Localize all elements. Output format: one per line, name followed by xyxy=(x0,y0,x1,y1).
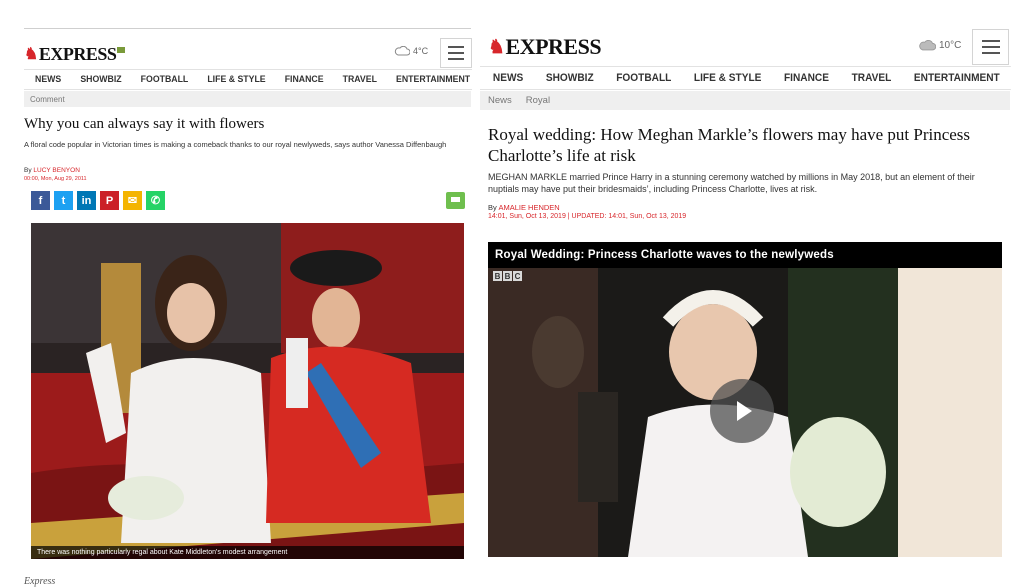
nav-item-football[interactable]: FOOTBALL xyxy=(616,72,671,84)
breadcrumb-item-news[interactable]: News xyxy=(488,95,512,106)
breadcrumb-item-royal[interactable]: Royal xyxy=(526,95,550,106)
express-logo[interactable]: ♞ EXPRESS xyxy=(24,43,126,65)
nav-item-entertainment[interactable]: ENTERTAINMENT xyxy=(396,74,470,85)
publish-date: 14:01, Sun, Oct 13, 2019 | UPDATED: 14:0… xyxy=(488,213,687,220)
pinterest-icon[interactable]: P xyxy=(100,191,119,210)
email-icon[interactable]: ✉ xyxy=(123,191,142,210)
author-link[interactable]: AMALIE HENDEN xyxy=(498,203,559,212)
byline: By LUCY BENYON xyxy=(24,167,80,174)
nav-item-football[interactable]: FOOTBALL xyxy=(141,74,189,85)
menu-button[interactable] xyxy=(972,29,1009,65)
article-headline: Why you can always say it with flowers xyxy=(24,116,265,132)
masthead: ♞ EXPRESS 4°C xyxy=(24,38,472,68)
wedding-carriage-photo xyxy=(31,223,464,559)
breadcrumb: News Royal xyxy=(480,91,1010,110)
main-nav: NEWS SHOWBIZ FOOTBALL LIFE & STYLE FINANCE TR… xyxy=(24,69,473,90)
cloud-icon xyxy=(919,40,936,51)
nav-item-news[interactable]: NEWS xyxy=(493,72,523,84)
bbc-letter: B xyxy=(503,271,512,281)
play-icon[interactable] xyxy=(710,379,774,443)
flag-icon xyxy=(117,47,126,53)
temperature: 10°C xyxy=(939,40,962,51)
bbc-letter: C xyxy=(513,271,522,281)
image-source: Express xyxy=(24,576,56,587)
linkedin-icon[interactable]: in xyxy=(77,191,96,210)
menu-button[interactable] xyxy=(440,38,472,68)
nav-item-finance[interactable]: FINANCE xyxy=(285,74,324,85)
nav-item-news[interactable]: NEWS xyxy=(35,74,61,85)
video-title: Royal Wedding: Princess Charlotte waves … xyxy=(488,242,1002,268)
weather-widget[interactable]: 4°C xyxy=(394,46,428,56)
nav-item-life-style[interactable]: LIFE & STYLE xyxy=(694,72,761,84)
hamburger-line xyxy=(981,46,1000,48)
photo-caption: There was nothing particularly regal abo… xyxy=(31,546,464,559)
byline-prefix: By xyxy=(488,203,497,212)
article-headline: Royal wedding: How Meghan Markle’s flowe… xyxy=(488,125,971,165)
whatsapp-icon[interactable]: ✆ xyxy=(146,191,165,210)
weather-widget[interactable]: 10°C xyxy=(918,40,961,51)
nav-item-entertainment[interactable]: ENTERTAINMENT xyxy=(914,72,1000,84)
nav-item-travel[interactable]: TRAVEL xyxy=(852,72,892,84)
nav-item-travel[interactable]: TRAVEL xyxy=(343,74,377,85)
byline-prefix: By xyxy=(24,167,32,174)
breadcrumb: Comment xyxy=(24,91,471,107)
main-nav: NEWS SHOWBIZ FOOTBALL LIFE & STYLE FINANCE TR… xyxy=(480,66,1011,90)
author-link[interactable]: LUCY BENYON xyxy=(33,167,79,174)
byline: By AMALIE HENDEN xyxy=(488,203,560,212)
top-divider xyxy=(24,28,471,29)
nav-item-finance[interactable]: FINANCE xyxy=(784,72,829,84)
article-photo: There was nothing particularly regal abo… xyxy=(31,223,464,559)
facebook-icon[interactable]: f xyxy=(31,191,50,210)
bbc-letter: B xyxy=(493,271,502,281)
logo-text: EXPRESS xyxy=(505,34,602,59)
temperature: 4°C xyxy=(413,46,429,56)
publish-date: 00:00, Mon, Aug 29, 2011 xyxy=(24,176,87,182)
logo-text: EXPRESS xyxy=(38,43,117,64)
hamburger-line xyxy=(448,46,464,48)
cloud-icon xyxy=(394,46,410,56)
article-standfirst: A floral code popular in Victorian times… xyxy=(24,140,447,149)
nav-item-life-style[interactable]: LIFE & STYLE xyxy=(207,74,265,85)
express-logo[interactable]: ♞ EXPRESS xyxy=(488,34,602,60)
crusader-icon: ♞ xyxy=(24,46,38,63)
crusader-icon: ♞ xyxy=(488,36,505,58)
twitter-icon[interactable]: t xyxy=(54,191,73,210)
hamburger-line xyxy=(981,40,1000,42)
bbc-watermark: BBC xyxy=(493,271,522,281)
share-bar: f t in P ✉ ✆ xyxy=(31,191,165,210)
article-standfirst: MEGHAN MARKLE married Prince Harry in a … xyxy=(488,172,975,194)
hamburger-line xyxy=(981,52,1000,54)
breadcrumb-item[interactable]: Comment xyxy=(30,95,65,104)
video-player[interactable]: Royal Wedding: Princess Charlotte waves … xyxy=(488,242,1002,557)
masthead: ♞ EXPRESS 10°C xyxy=(480,29,1010,65)
comment-icon[interactable] xyxy=(446,192,465,209)
hamburger-line xyxy=(448,52,464,54)
nav-item-showbiz[interactable]: SHOWBIZ xyxy=(80,74,121,85)
nav-item-showbiz[interactable]: SHOWBIZ xyxy=(546,72,594,84)
hamburger-line xyxy=(448,58,464,60)
